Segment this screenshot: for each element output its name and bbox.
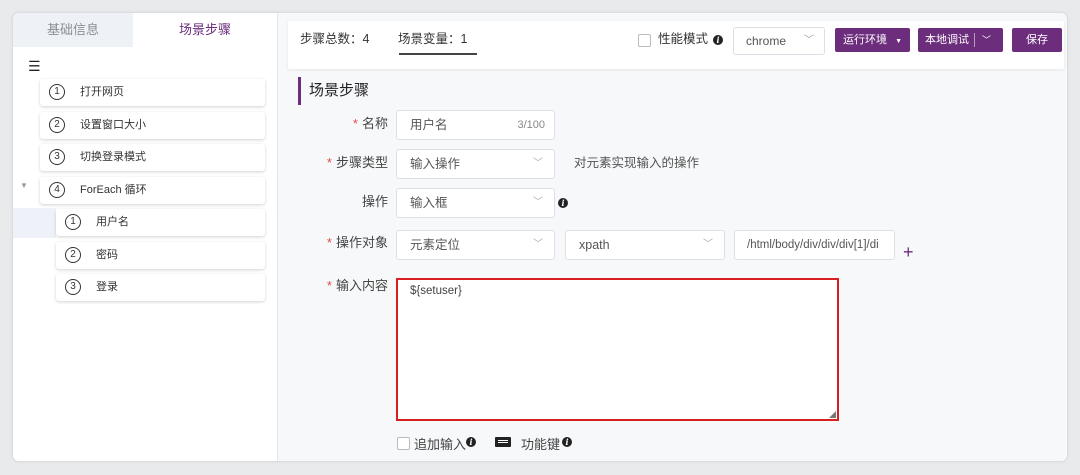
add-locator-icon[interactable]: + bbox=[903, 242, 914, 262]
target-label: * 操作对象 bbox=[326, 235, 388, 250]
expand-caret-icon[interactable]: ▼ bbox=[20, 181, 28, 190]
info-icon[interactable]: i bbox=[713, 35, 723, 45]
local-debug-label: 本地调试 bbox=[925, 34, 969, 46]
tab-basic-info[interactable]: 基础信息 bbox=[13, 13, 134, 47]
caret-down-icon: ▼ bbox=[895, 38, 902, 45]
left-panel: 基础信息 场景步骤 ☰ 1 打开网页 2 设置窗口大小 3 切换登录模式 ▼ 4… bbox=[13, 13, 278, 461]
required-mark: * bbox=[326, 235, 332, 250]
sub-step-item-3[interactable]: 3 登录 bbox=[56, 274, 265, 301]
step-number: 4 bbox=[49, 182, 65, 198]
app-window: 基础信息 场景步骤 ☰ 1 打开网页 2 设置窗口大小 3 切换登录模式 ▼ 4… bbox=[13, 13, 1067, 461]
locator-type-value: xpath bbox=[579, 238, 610, 252]
content-label: * 输入内容 bbox=[326, 278, 388, 293]
perf-mode-checkbox[interactable] bbox=[638, 34, 651, 47]
section-title: 场景步骤 bbox=[298, 77, 369, 105]
step-total-text: 步骤总数：4 bbox=[300, 32, 370, 46]
chevron-down-icon: ﹀ bbox=[533, 239, 543, 250]
toolbar: 步骤总数：4 场景变量：1 性能模式 i chrome ﹀ 运行环境 ▼ 本地调… bbox=[288, 21, 1064, 69]
operation-value: 输入框 bbox=[410, 196, 448, 210]
step-item-2[interactable]: 2 设置窗口大小 bbox=[40, 112, 265, 139]
content-textarea[interactable]: ${setuser} bbox=[396, 278, 839, 421]
step-number: 2 bbox=[49, 117, 65, 133]
browser-select[interactable]: chrome ﹀ bbox=[733, 27, 825, 55]
debug-divider bbox=[974, 33, 975, 47]
required-mark: * bbox=[326, 278, 332, 293]
info-icon[interactable]: i bbox=[562, 437, 572, 447]
step-label: 设置窗口大小 bbox=[80, 119, 146, 131]
left-tabs: 基础信息 场景步骤 bbox=[13, 13, 277, 47]
step-number: 3 bbox=[65, 279, 81, 295]
name-value: 用户名 bbox=[410, 118, 448, 132]
locator-type-select[interactable]: xpath ﹀ bbox=[565, 230, 725, 260]
hamburger-icon[interactable]: ☰ bbox=[28, 59, 41, 73]
step-number: 3 bbox=[49, 149, 65, 165]
chevron-down-icon: ﹀ bbox=[804, 35, 814, 46]
sub-step-item-2[interactable]: 2 密码 bbox=[56, 242, 265, 269]
required-mark: * bbox=[326, 155, 332, 170]
locator-value: /html/body/div/div/div[1]/di bbox=[747, 239, 879, 251]
step-label: 用户名 bbox=[96, 216, 129, 228]
step-label: 密码 bbox=[96, 249, 118, 261]
chevron-down-icon: ﹀ bbox=[703, 239, 713, 250]
scene-vars-underline bbox=[399, 53, 477, 55]
func-keys-label[interactable]: 功能键 bbox=[521, 434, 560, 453]
keyboard-icon[interactable] bbox=[495, 437, 511, 447]
step-item-1[interactable]: 1 打开网页 bbox=[40, 79, 265, 106]
info-icon[interactable]: i bbox=[466, 437, 476, 447]
local-debug-button[interactable]: 本地调试 ﹀ bbox=[918, 28, 1003, 52]
chevron-down-icon: ﹀ bbox=[533, 197, 543, 208]
name-char-count: 3/100 bbox=[517, 119, 545, 131]
save-button[interactable]: 保存 bbox=[1012, 28, 1062, 52]
step-type-label: * 步骤类型 bbox=[326, 155, 388, 170]
step-number: 1 bbox=[49, 84, 65, 100]
name-label: * 名称 bbox=[352, 116, 388, 131]
resize-handle-icon[interactable] bbox=[829, 411, 836, 418]
step-number: 1 bbox=[65, 214, 81, 230]
step-type-select[interactable]: 输入操作 ﹀ bbox=[396, 149, 555, 179]
target-type-select[interactable]: 元素定位 ﹀ bbox=[396, 230, 555, 260]
step-item-3[interactable]: 3 切换登录模式 bbox=[40, 144, 265, 171]
target-type-value: 元素定位 bbox=[410, 238, 461, 252]
right-panel: 步骤总数：4 场景变量：1 性能模式 i chrome ﹀ 运行环境 ▼ 本地调… bbox=[278, 13, 1067, 461]
chevron-down-icon[interactable]: ﹀ bbox=[982, 28, 991, 52]
sub-step-item-1[interactable]: 1 用户名 bbox=[56, 209, 265, 236]
step-label: 打开网页 bbox=[80, 86, 124, 98]
required-mark: * bbox=[352, 116, 358, 131]
step-label: ForEach 循环 bbox=[80, 184, 147, 196]
step-item-4[interactable]: 4 ForEach 循环 bbox=[40, 177, 265, 204]
run-env-label: 运行环境 bbox=[843, 34, 887, 46]
name-input[interactable]: 用户名 3/100 bbox=[396, 110, 555, 140]
info-icon[interactable]: i bbox=[558, 198, 568, 208]
step-number: 2 bbox=[65, 247, 81, 263]
operation-select[interactable]: 输入框 ﹀ bbox=[396, 188, 555, 218]
run-env-button[interactable]: 运行环境 ▼ bbox=[835, 28, 910, 52]
step-type-description: 对元素实现输入的操作 bbox=[574, 156, 700, 170]
operation-label: 操作 bbox=[361, 194, 388, 209]
content-value: ${setuser} bbox=[410, 285, 462, 297]
tab-scene-steps[interactable]: 场景步骤 bbox=[133, 13, 277, 47]
browser-value: chrome bbox=[746, 34, 787, 48]
step-label: 登录 bbox=[96, 281, 118, 293]
append-input-checkbox[interactable] bbox=[397, 437, 410, 450]
selected-row-highlight bbox=[13, 208, 56, 238]
append-input-label: 追加输入 bbox=[414, 437, 467, 452]
step-type-value: 输入操作 bbox=[410, 157, 461, 171]
perf-mode-label: 性能模式 bbox=[658, 32, 709, 46]
chevron-down-icon: ﹀ bbox=[533, 158, 543, 169]
locator-value-input[interactable]: /html/body/div/div/div[1]/di bbox=[734, 230, 895, 260]
step-label: 切换登录模式 bbox=[80, 151, 146, 163]
